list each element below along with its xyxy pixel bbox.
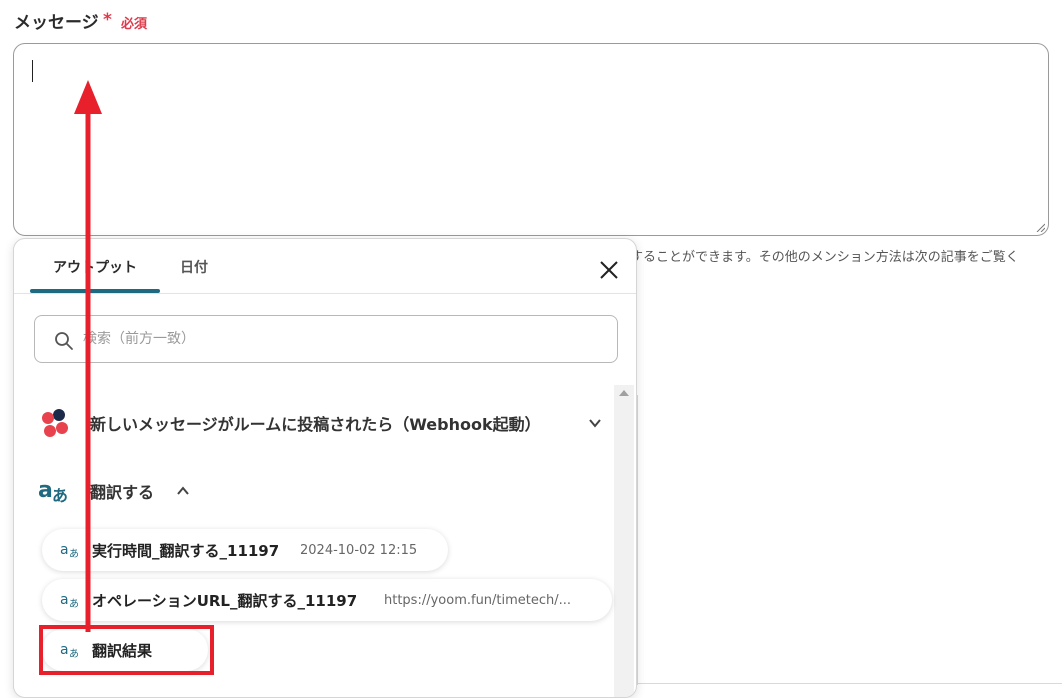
output-chip-translation-result[interactable]: a あ 翻訳結果 <box>42 629 208 671</box>
translate-icon: a あ <box>60 592 79 609</box>
chevron-down-icon <box>589 419 601 428</box>
required-asterisk: * <box>103 10 112 30</box>
translate-icon: a あ <box>60 542 79 559</box>
chip-label: 翻訳結果 <box>92 642 153 660</box>
search-input[interactable] <box>34 315 618 363</box>
output-chip-execution-time[interactable]: a あ 実行時間_翻訳する_11197 2024-10-02 12:15 <box>42 529 448 571</box>
svg-text:あ: あ <box>69 598 79 609</box>
divider <box>637 683 1062 684</box>
svg-text:a: a <box>38 478 53 503</box>
translate-icon: a あ <box>38 478 68 505</box>
mention-help-text: することができます。その他のメンション方法は次の記事をご覧く <box>630 250 1019 265</box>
chip-label: 実行時間_翻訳する_11197 <box>92 542 280 560</box>
chip-label: オペレーションURL_翻訳する_11197 <box>92 592 358 610</box>
output-chip-operation-url[interactable]: a あ オペレーションURL_翻訳する_11197 https://yoom.f… <box>42 579 612 621</box>
tab-output[interactable]: アウトプット <box>30 239 160 293</box>
svg-text:あ: あ <box>52 486 68 505</box>
svg-text:あ: あ <box>69 548 79 559</box>
scroll-up-arrow-icon[interactable] <box>619 390 629 396</box>
section-label: 翻訳する <box>90 483 155 502</box>
chip-value: 2024-10-02 12:15 <box>300 543 418 558</box>
svg-text:a: a <box>60 642 69 658</box>
message-field-label: メッセージ <box>14 13 99 33</box>
divider <box>637 395 638 685</box>
tab-date[interactable]: 日付 <box>164 239 224 293</box>
svg-text:a: a <box>60 592 69 608</box>
svg-text:a: a <box>60 542 69 558</box>
close-icon[interactable] <box>598 259 620 281</box>
chevron-up-icon <box>177 486 189 495</box>
translate-icon: a あ <box>60 642 79 659</box>
svg-text:あ: あ <box>69 648 79 659</box>
output-picker-panel: アウトプット 日付 新しいメッセージがルームに投稿されたら（Webhook起動）… <box>13 238 637 698</box>
message-textarea[interactable] <box>13 43 1049 236</box>
section-translate[interactable]: a あ 翻訳する <box>30 467 330 511</box>
text-caret <box>32 60 33 82</box>
resize-grip-icon[interactable] <box>1035 222 1045 232</box>
required-badge: 必須 <box>121 17 148 32</box>
chip-value: https://yoom.fun/timetech/... <box>384 593 572 608</box>
section-webhook-trigger[interactable]: 新しいメッセージがルームに投稿されたら（Webhook起動） <box>30 399 610 443</box>
chatwork-logo-icon <box>42 409 68 437</box>
section-label: 新しいメッセージがルームに投稿されたら（Webhook起動） <box>90 415 541 434</box>
scrollbar[interactable] <box>614 385 634 697</box>
divider <box>14 293 636 294</box>
